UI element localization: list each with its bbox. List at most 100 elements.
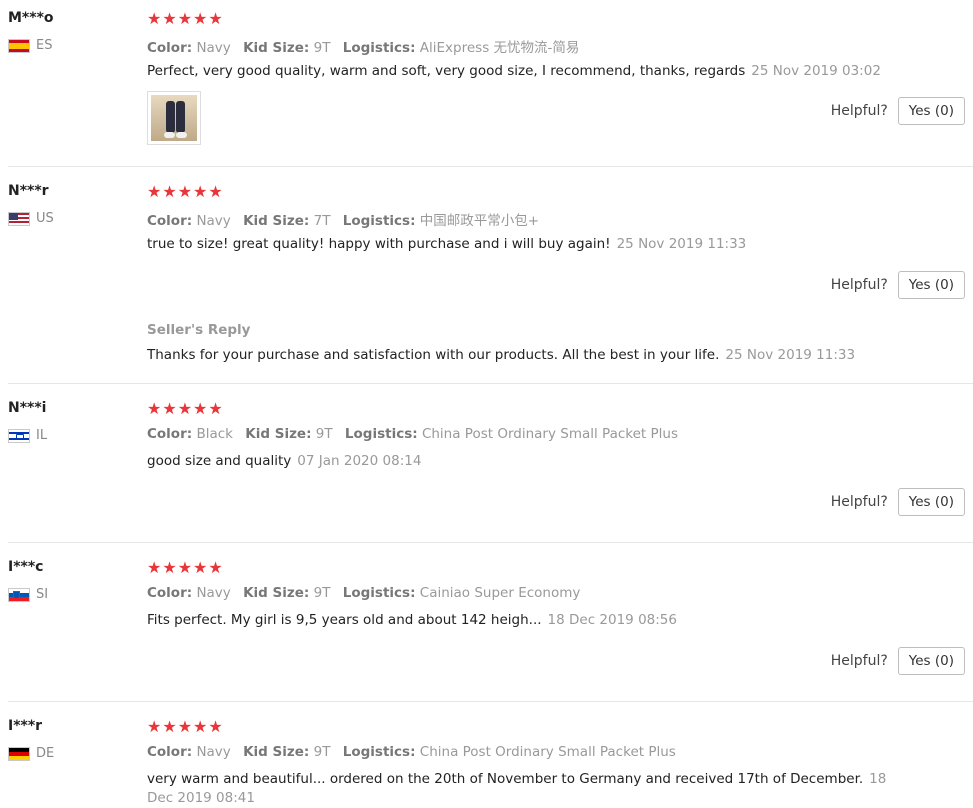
color-value: Navy — [196, 40, 231, 56]
color-label: Color: — [147, 744, 193, 760]
reviewer-country: SI — [8, 587, 48, 602]
slovenia-flag-icon — [8, 587, 30, 602]
helpful-label: Helpful? — [830, 277, 888, 293]
review-text: true to size! great quality! happy with … — [147, 236, 746, 252]
color-label: Color: — [147, 426, 193, 442]
star-icon: ★ — [177, 399, 193, 418]
review-date: 18 Dec 2019 08:56 — [547, 612, 677, 628]
review-attributes: Color: Navy Kid Size: 9T Logistics: AliE… — [147, 36, 579, 56]
reviewer-name: I***c — [8, 559, 44, 575]
star-rating: ★ ★ ★ ★ ★ — [147, 560, 223, 576]
helpful-yes-button[interactable]: Yes (0) — [897, 97, 965, 125]
seller-reply-date: 25 Nov 2019 11:33 — [725, 347, 856, 363]
review-body: good size and quality — [147, 453, 292, 469]
helpful-label: Helpful? — [830, 494, 888, 510]
helpful-section: Helpful? Yes (0) — [831, 647, 965, 675]
israel-flag-icon — [8, 428, 30, 443]
review-body: true to size! great quality! happy with … — [147, 236, 611, 252]
helpful-yes-button[interactable]: Yes (0) — [897, 271, 965, 299]
country-code: SI — [36, 587, 49, 602]
size-label: Kid Size: — [243, 744, 310, 760]
star-icon: ★ — [162, 9, 177, 28]
star-rating: ★ ★ ★ ★ ★ — [147, 11, 223, 27]
logistics-label: Logistics: — [342, 585, 416, 601]
color-value: Navy — [196, 744, 231, 760]
logistics-label: Logistics: — [344, 426, 418, 442]
star-icon: ★ — [162, 558, 177, 577]
logistics-value: China Post Ordinary Small Packet Plus — [421, 426, 678, 442]
divider — [8, 701, 973, 702]
seller-reply-title: Seller's Reply — [147, 322, 251, 338]
star-icon: ★ — [162, 399, 177, 418]
divider — [8, 383, 973, 384]
seller-reply-text: Thanks for your purchase and satisfactio… — [147, 347, 855, 363]
star-icon: ★ — [177, 9, 193, 28]
star-icon: ★ — [208, 399, 223, 418]
logistics-label: Logistics: — [342, 744, 416, 760]
logistics-value: Cainiao Super Economy — [419, 585, 581, 601]
star-rating: ★ ★ ★ ★ ★ — [147, 184, 223, 200]
review-text: very warm and beautiful... ordered on th… — [147, 770, 907, 808]
reviewer-name: N***r — [8, 183, 49, 199]
reviewer-name: M***o — [8, 10, 54, 26]
divider — [8, 166, 973, 167]
color-label: Color: — [147, 585, 193, 601]
review-body[interactable]: Fits perfect. My girl is 9,5 years old a… — [147, 612, 542, 628]
star-icon: ★ — [193, 182, 208, 201]
color-value: Black — [196, 426, 233, 442]
star-icon: ★ — [147, 717, 162, 736]
star-icon: ★ — [162, 182, 177, 201]
review-date: 25 Nov 2019 11:33 — [616, 236, 747, 252]
star-icon: ★ — [147, 399, 162, 418]
star-icon: ★ — [177, 717, 193, 736]
size-value: 9T — [315, 426, 333, 442]
star-icon: ★ — [208, 558, 223, 577]
review-date: 07 Jan 2020 08:14 — [297, 453, 422, 469]
reviewer-country: US — [8, 211, 54, 226]
size-label: Kid Size: — [243, 213, 310, 229]
reviewer-country: DE — [8, 746, 54, 761]
review-attributes: Color: Navy Kid Size: 7T Logistics: 中国邮政… — [147, 209, 539, 229]
country-code: DE — [36, 746, 55, 761]
star-icon: ★ — [147, 558, 162, 577]
reviewer-name: I***r — [8, 718, 43, 734]
star-rating: ★ ★ ★ ★ ★ — [147, 719, 223, 735]
helpful-label: Helpful? — [830, 103, 888, 119]
review-text: good size and quality 07 Jan 2020 08:14 — [147, 453, 421, 469]
size-value: 9T — [313, 40, 331, 56]
divider — [8, 542, 973, 543]
germany-flag-icon — [8, 746, 30, 761]
country-code: ES — [36, 38, 53, 53]
country-code: US — [36, 211, 54, 226]
star-icon: ★ — [193, 717, 208, 736]
star-icon: ★ — [208, 182, 223, 201]
helpful-yes-button[interactable]: Yes (0) — [897, 647, 965, 675]
color-value: Navy — [196, 585, 231, 601]
star-icon: ★ — [193, 558, 208, 577]
helpful-label: Helpful? — [830, 653, 888, 669]
logistics-label: Logistics: — [342, 40, 416, 56]
star-icon: ★ — [193, 399, 208, 418]
review-text[interactable]: Fits perfect. My girl is 9,5 years old a… — [147, 612, 677, 628]
star-icon: ★ — [208, 717, 223, 736]
size-label: Kid Size: — [245, 426, 312, 442]
star-icon: ★ — [177, 558, 193, 577]
review-photo-thumbnail[interactable] — [147, 91, 201, 145]
helpful-section: Helpful? Yes (0) — [831, 97, 965, 125]
color-label: Color: — [147, 40, 193, 56]
review-body: Perfect, very good quality, warm and sof… — [147, 63, 746, 79]
reviewer-country: ES — [8, 38, 52, 53]
usa-flag-icon — [8, 211, 30, 226]
size-value: 9T — [313, 585, 331, 601]
seller-reply-body: Thanks for your purchase and satisfactio… — [147, 347, 720, 363]
size-label: Kid Size: — [243, 40, 310, 56]
reviewer-country: IL — [8, 428, 47, 443]
review-body: very warm and beautiful... ordered on th… — [147, 771, 864, 787]
helpful-section: Helpful? Yes (0) — [831, 488, 965, 516]
star-rating: ★ ★ ★ ★ ★ — [147, 401, 223, 417]
star-icon: ★ — [177, 182, 193, 201]
logistics-label: Logistics: — [342, 213, 416, 229]
logistics-value: 中国邮政平常小包+ — [419, 213, 540, 229]
helpful-yes-button[interactable]: Yes (0) — [897, 488, 965, 516]
review-photo — [151, 95, 197, 141]
